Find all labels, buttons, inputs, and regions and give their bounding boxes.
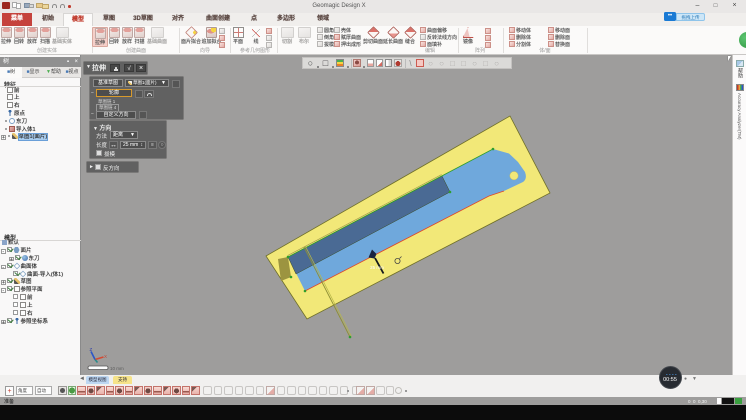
- svg-text:X: X: [104, 354, 107, 359]
- svg-text:10 mm: 10 mm: [110, 366, 124, 371]
- svg-text:25 mm: 25 mm: [370, 265, 384, 270]
- svg-text:Z: Z: [90, 347, 93, 352]
